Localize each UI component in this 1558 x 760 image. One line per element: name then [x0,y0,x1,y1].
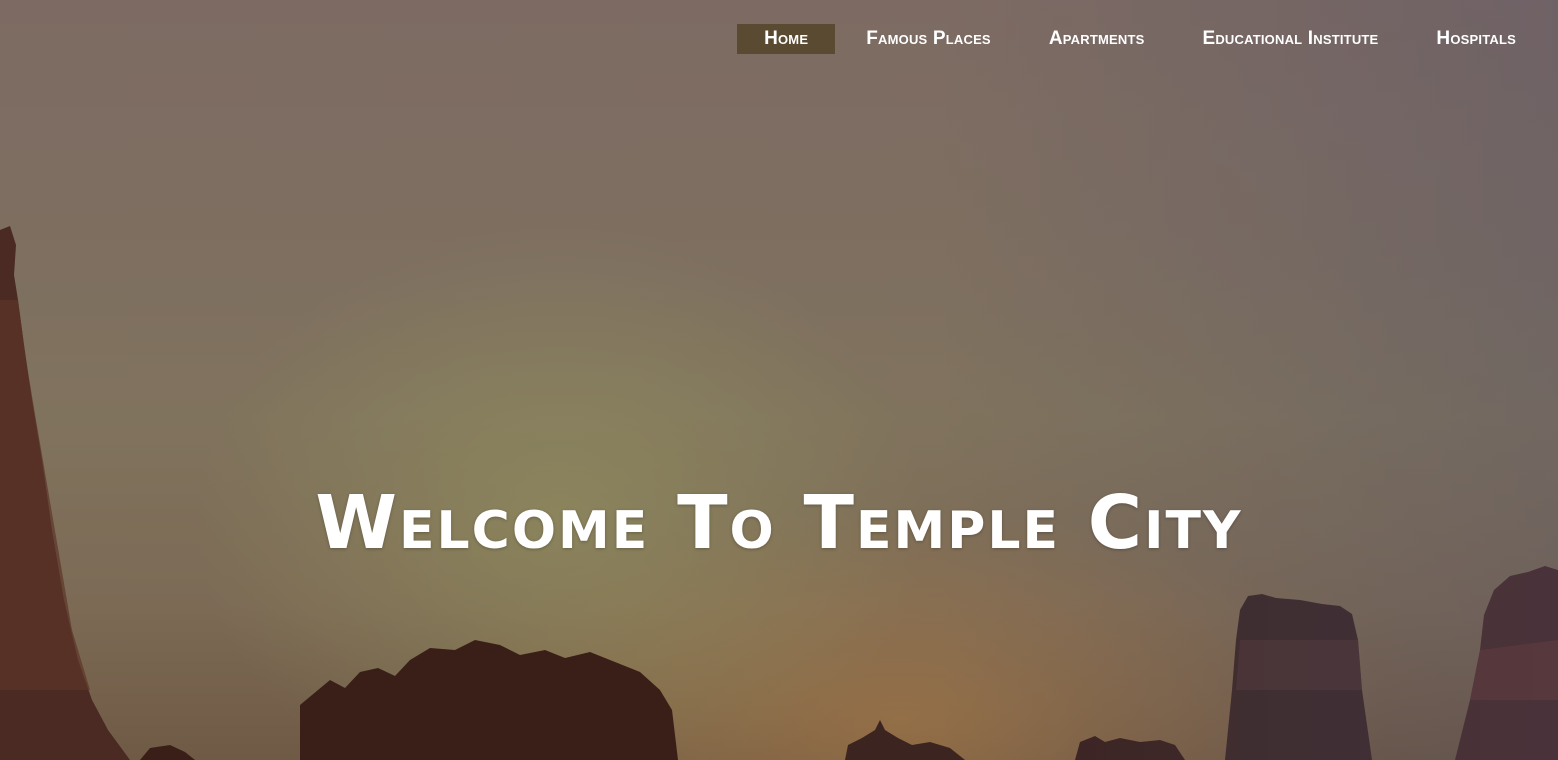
nav-item-apartments[interactable]: Apartments [1022,24,1172,54]
nav-item-home[interactable]: Home [737,24,836,54]
nav-item-famous-places[interactable]: Famous Places [839,24,1018,54]
nav-item-educational-institute[interactable]: Educational Institute [1175,24,1405,54]
temple-skyline-background-image [0,226,1558,760]
tree-silhouette [300,640,678,760]
main-navigation: Home Famous Places Apartments Educationa… [733,24,1516,54]
nav-item-hospitals[interactable]: Hospitals [1409,24,1516,54]
hero-section [0,0,1558,760]
hero-headline: Welcome To Temple City [315,479,1243,566]
central-shrine [845,720,965,760]
